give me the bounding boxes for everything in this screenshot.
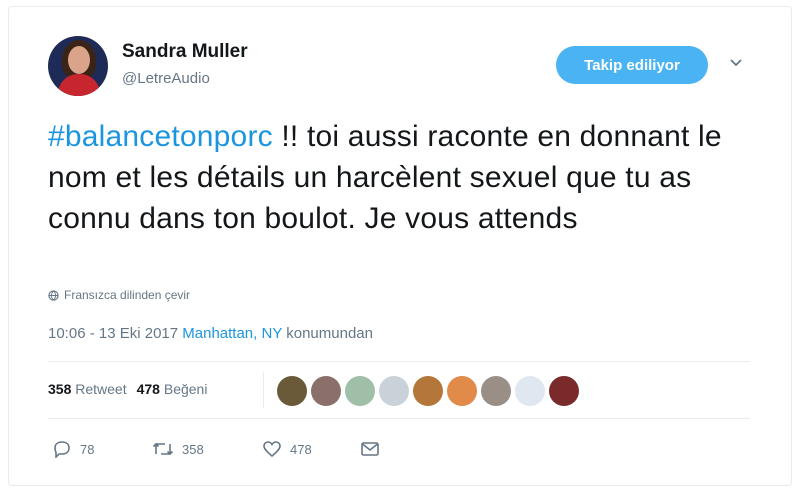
tweet-stats: 358 Retweet 478 Beğeni [48, 381, 207, 397]
avatar[interactable] [48, 36, 108, 96]
action-bar: 78 358 478 [52, 440, 380, 458]
liker-avatar[interactable] [447, 376, 477, 406]
heart-icon [263, 441, 281, 458]
user-name[interactable]: Sandra Muller [122, 41, 248, 63]
stats-divider [263, 372, 264, 408]
retweet-action-count: 358 [182, 441, 204, 457]
liker-avatar[interactable] [379, 376, 409, 406]
reply-icon [54, 441, 70, 458]
chevron-down-icon[interactable] [729, 56, 743, 70]
hashtag-link[interactable]: #balancetonporc [48, 120, 273, 153]
timestamp[interactable]: 10:06 - 13 Eki 2017 [48, 325, 178, 342]
user-handle[interactable]: @LetreAudio [122, 70, 210, 87]
retweet-count: 358 [48, 381, 72, 397]
globe-icon [48, 289, 59, 301]
liker-avatar[interactable] [515, 376, 545, 406]
reply-count: 78 [80, 441, 95, 457]
divider [48, 418, 750, 419]
liker-avatar[interactable] [345, 376, 375, 406]
liker-avatar[interactable] [413, 376, 443, 406]
retweet-button[interactable]: 358 [152, 441, 262, 457]
liker-avatar[interactable] [481, 376, 511, 406]
envelope-icon [361, 442, 379, 456]
location-suffix: konumundan [286, 325, 373, 342]
retweet-stat[interactable]: 358 Retweet [48, 381, 127, 397]
liker-avatar[interactable] [277, 376, 307, 406]
tweet-meta: 10:06 - 13 Eki 2017 Manhattan, NY konumu… [48, 325, 373, 342]
divider [48, 361, 750, 362]
like-action-count: 478 [290, 441, 312, 457]
liker-avatar[interactable] [549, 376, 579, 406]
tweet-text: #balancetonporc !! toi aussi raconte en … [48, 116, 748, 239]
like-button[interactable]: 478 [262, 440, 360, 458]
translate-link[interactable]: Fransızca dilinden çevir [48, 288, 190, 302]
like-stat[interactable]: 478 Beğeni [137, 381, 208, 397]
retweet-icon [152, 442, 174, 456]
reply-button[interactable]: 78 [52, 440, 152, 458]
liker-avatar[interactable] [311, 376, 341, 406]
message-button[interactable] [360, 441, 380, 457]
following-button[interactable]: Takip ediliyor [556, 46, 708, 84]
liker-avatars [277, 376, 579, 406]
translate-label: Fransızca dilinden çevir [64, 288, 191, 302]
location-link[interactable]: Manhattan, NY [182, 325, 282, 342]
like-count: 478 [136, 381, 160, 397]
